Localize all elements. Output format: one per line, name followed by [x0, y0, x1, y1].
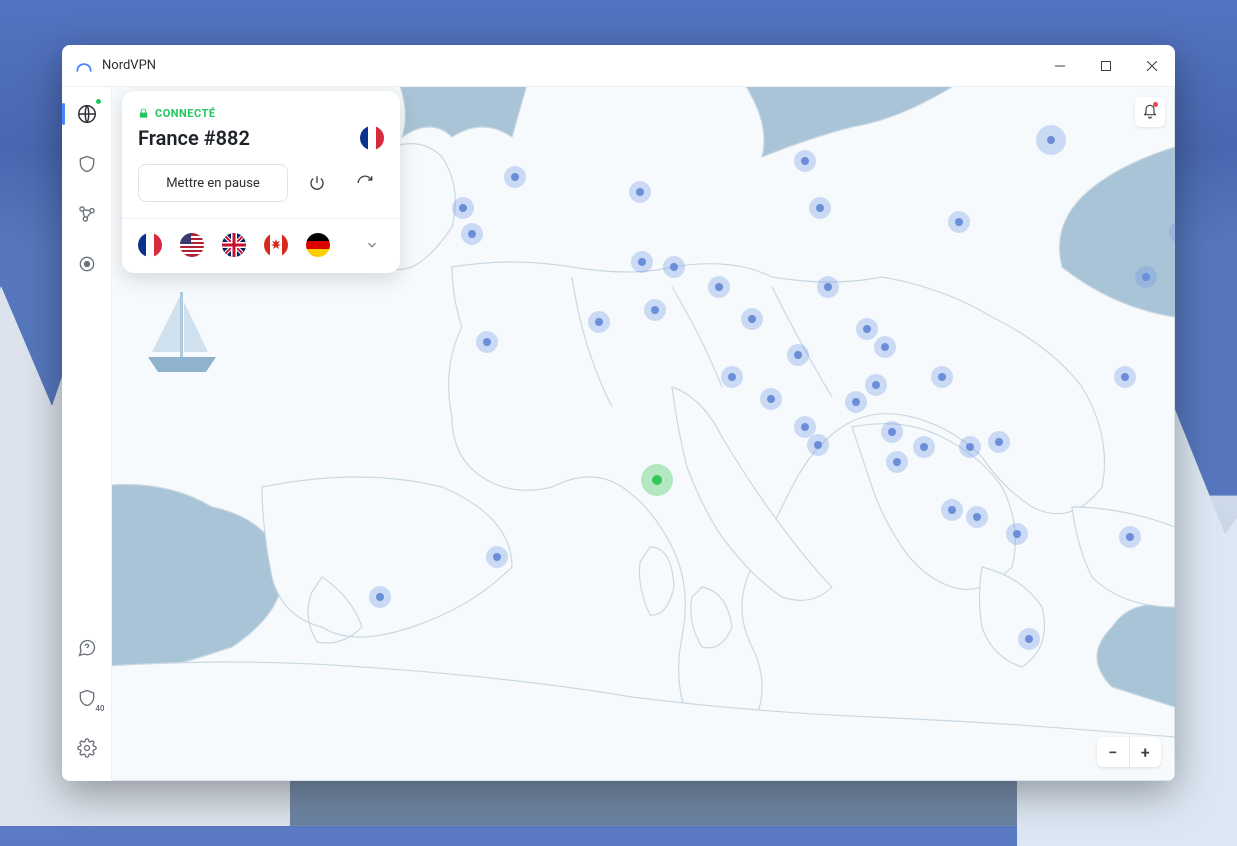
- map-pin[interactable]: [1119, 526, 1141, 548]
- window-title: NordVPN: [102, 58, 1037, 73]
- map-pin[interactable]: [787, 344, 809, 366]
- sidebar-item-shield[interactable]: [70, 147, 104, 181]
- status-label: CONNECTÉ: [155, 107, 216, 120]
- map-pin[interactable]: [452, 197, 474, 219]
- window-body: 40: [62, 87, 1175, 781]
- nordvpn-logo-icon: [74, 56, 94, 76]
- map-pin[interactable]: [941, 499, 963, 521]
- map-pin[interactable]: [1169, 221, 1175, 243]
- map-pin[interactable]: [817, 276, 839, 298]
- divider: [122, 218, 400, 219]
- map-pin[interactable]: [959, 436, 981, 458]
- map-pin[interactable]: [881, 421, 903, 443]
- map-pin[interactable]: [809, 197, 831, 219]
- titlebar: NordVPN: [62, 45, 1175, 87]
- sailboat-illustration: [142, 282, 222, 382]
- map-pin[interactable]: [988, 431, 1010, 453]
- sidebar-item-globe[interactable]: [70, 97, 104, 131]
- connection-status: CONNECTÉ: [138, 107, 384, 120]
- power-icon: [308, 174, 326, 192]
- usage-badge: 40: [95, 704, 104, 713]
- flag-france-icon: [360, 126, 384, 150]
- map-pin[interactable]: [966, 506, 988, 528]
- status-card: CONNECTÉ France #882 Mettre en pause: [122, 91, 400, 273]
- quick-connect-france[interactable]: [138, 233, 162, 257]
- notifications-button[interactable]: [1135, 97, 1165, 127]
- map-pin[interactable]: [931, 366, 953, 388]
- server-name: France #882: [138, 126, 250, 150]
- pause-button[interactable]: Mettre en pause: [138, 164, 288, 202]
- quick-connect-united-kingdom[interactable]: [222, 233, 246, 257]
- map-pin[interactable]: [874, 336, 896, 358]
- quick-connect-united-states[interactable]: [180, 233, 204, 257]
- map-pin[interactable]: [486, 546, 508, 568]
- map-pin[interactable]: [845, 391, 867, 413]
- map-pin[interactable]: [721, 366, 743, 388]
- quick-connect-flags: [138, 233, 384, 257]
- map-pin[interactable]: [461, 223, 483, 245]
- map-pin[interactable]: [644, 299, 666, 321]
- map-pin[interactable]: [1036, 125, 1066, 155]
- map-pin[interactable]: [588, 311, 610, 333]
- disconnect-button[interactable]: [298, 164, 336, 202]
- zoom-out-button[interactable]: −: [1097, 737, 1130, 767]
- map-pin-connected[interactable]: [641, 464, 673, 496]
- map-pin[interactable]: [913, 436, 935, 458]
- lock-icon: [138, 108, 149, 119]
- chevron-down-icon: [365, 238, 379, 252]
- reconnect-button[interactable]: [346, 164, 384, 202]
- expand-flags-button[interactable]: [360, 233, 384, 257]
- zoom-in-button[interactable]: +: [1130, 737, 1162, 767]
- app-window: NordVPN: [62, 45, 1175, 781]
- sidebar-item-usage[interactable]: 40: [70, 681, 104, 715]
- map-pin[interactable]: [1006, 523, 1028, 545]
- map-area[interactable]: CONNECTÉ France #882 Mettre en pause: [112, 87, 1175, 781]
- sidebar-item-target[interactable]: [70, 247, 104, 281]
- map-pin[interactable]: [886, 451, 908, 473]
- sidebar-item-mesh[interactable]: [70, 197, 104, 231]
- notification-dot-icon: [1153, 102, 1158, 107]
- map-pin[interactable]: [504, 166, 526, 188]
- sidebar: 40: [62, 87, 112, 781]
- map-pin[interactable]: [631, 251, 653, 273]
- map-pin[interactable]: [1114, 366, 1136, 388]
- map-pin[interactable]: [948, 211, 970, 233]
- status-dot-icon: [95, 98, 102, 105]
- close-button[interactable]: [1129, 45, 1175, 86]
- map-pin[interactable]: [760, 388, 782, 410]
- sidebar-item-settings[interactable]: [70, 731, 104, 765]
- window-controls: [1037, 45, 1175, 86]
- map-pin[interactable]: [369, 586, 391, 608]
- map-pin[interactable]: [807, 434, 829, 456]
- refresh-icon: [356, 174, 374, 192]
- quick-connect-canada[interactable]: [264, 233, 288, 257]
- maximize-button[interactable]: [1083, 45, 1129, 86]
- map-pin[interactable]: [1135, 266, 1157, 288]
- quick-connect-germany[interactable]: [306, 233, 330, 257]
- map-pin[interactable]: [741, 308, 763, 330]
- map-pin[interactable]: [708, 276, 730, 298]
- pause-button-label: Mettre en pause: [166, 176, 260, 191]
- map-pin[interactable]: [794, 150, 816, 172]
- map-pin[interactable]: [865, 374, 887, 396]
- sidebar-item-help[interactable]: [70, 631, 104, 665]
- minimize-button[interactable]: [1037, 45, 1083, 86]
- map-pin[interactable]: [663, 256, 685, 278]
- map-pin[interactable]: [1018, 628, 1040, 650]
- zoom-controls: − +: [1097, 737, 1161, 767]
- map-pin[interactable]: [476, 331, 498, 353]
- map-pin[interactable]: [629, 181, 651, 203]
